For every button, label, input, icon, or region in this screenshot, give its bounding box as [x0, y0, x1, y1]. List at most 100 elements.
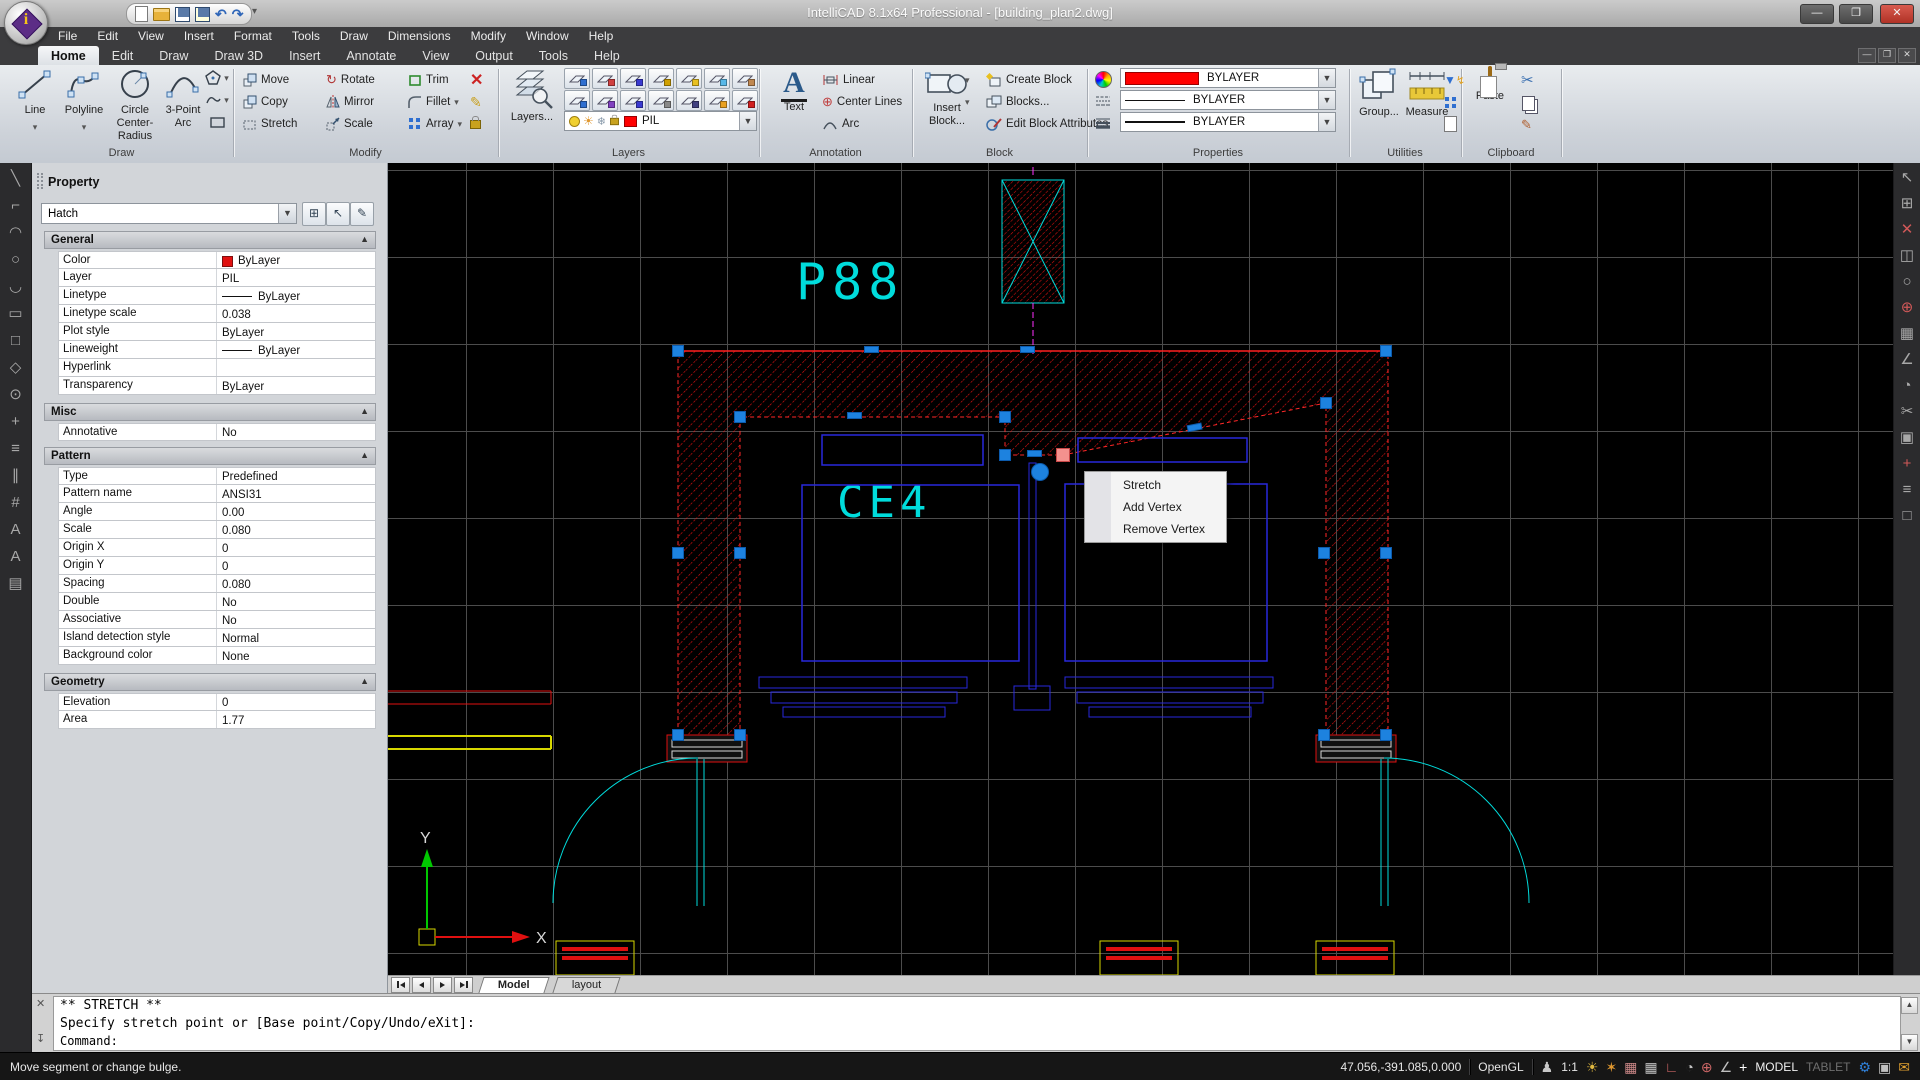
- match-properties-button[interactable]: ✎: [1521, 115, 1532, 135]
- property-row-elevation[interactable]: Elevation 0: [58, 693, 376, 711]
- polar-tracking-icon[interactable]: ◔: [1685, 1059, 1693, 1075]
- property-row-pattern-name[interactable]: Pattern name ANSI31: [58, 485, 376, 503]
- scroll-up-icon[interactable]: ▲: [1901, 997, 1918, 1014]
- quadrant-snap-icon[interactable]: ◔: [1896, 378, 1918, 394]
- menu-tools[interactable]: Tools: [282, 27, 330, 45]
- layer-merge-button[interactable]: [732, 68, 758, 89]
- property-row-linetype[interactable]: Linetype ByLayer: [58, 287, 376, 305]
- circle-tool-icon[interactable]: ○: [5, 252, 27, 268]
- property-row-angle[interactable]: Angle 0.00: [58, 503, 376, 521]
- grip[interactable]: [1319, 548, 1330, 559]
- color-select[interactable]: BYLAYER ▼: [1120, 68, 1336, 88]
- linetype-button[interactable]: [1095, 91, 1111, 111]
- layer-unlock-button[interactable]: [648, 90, 674, 111]
- layer-current-button[interactable]: [564, 90, 590, 111]
- maximize-button[interactable]: ❐: [1839, 4, 1873, 24]
- arc-tool-icon[interactable]: ◠: [5, 225, 27, 241]
- grip[interactable]: [1321, 398, 1332, 409]
- layer-delete-button[interactable]: [732, 90, 758, 111]
- erase-icon[interactable]: ✕: [1896, 222, 1918, 238]
- mirror-button[interactable]: Mirror: [326, 92, 374, 112]
- property-row-scale[interactable]: Scale 0.080: [58, 521, 376, 539]
- tab-draw[interactable]: Draw: [146, 46, 201, 65]
- table-tool-icon[interactable]: ▤: [5, 576, 27, 592]
- copy-button[interactable]: Copy: [243, 92, 288, 112]
- annotation-scale-icon[interactable]: ♟: [1541, 1059, 1554, 1075]
- grip[interactable]: [673, 346, 684, 357]
- rectangle-button[interactable]: [204, 113, 230, 131]
- layer-properties-button[interactable]: [564, 68, 590, 89]
- quick-select-button[interactable]: ⊞: [302, 202, 326, 226]
- circle-button[interactable]: Circle Center-Radius: [108, 68, 162, 143]
- menu-draw[interactable]: Draw: [330, 27, 378, 45]
- trim-tool-icon[interactable]: ✂: [1896, 404, 1918, 420]
- layer-isolate-button[interactable]: [620, 90, 646, 111]
- grid-display-icon[interactable]: ▦: [1644, 1059, 1657, 1075]
- section-general[interactable]: General ▲: [44, 231, 376, 249]
- menu-file[interactable]: File: [48, 27, 87, 45]
- stretch-button[interactable]: Stretch: [243, 114, 297, 134]
- window-select-icon[interactable]: ⊞: [1896, 196, 1918, 212]
- midpoint-grip[interactable]: [848, 413, 862, 419]
- cut-button[interactable]: ✂: [1521, 70, 1534, 90]
- context-menu-item-add-vertex[interactable]: Add Vertex: [1085, 496, 1226, 518]
- viewport-icon[interactable]: ◫: [1896, 248, 1918, 264]
- rotate-button[interactable]: ↻ Rotate: [326, 70, 375, 90]
- move-button[interactable]: Move: [243, 70, 289, 90]
- menu-view[interactable]: View: [128, 27, 174, 45]
- arc-dimension-button[interactable]: Arc: [822, 114, 859, 134]
- menu-help[interactable]: Help: [579, 27, 624, 45]
- redo-icon[interactable]: ↷: [232, 7, 244, 21]
- trim-button[interactable]: Trim: [408, 70, 449, 90]
- group-button[interactable]: Group...: [1355, 68, 1403, 119]
- three-point-arc-button[interactable]: 3-Point Arc: [162, 68, 204, 130]
- tab-layout[interactable]: layout: [552, 977, 621, 993]
- hatch-tool-icon[interactable]: ≡: [5, 441, 27, 457]
- blocks-button[interactable]: Blocks...: [986, 92, 1049, 112]
- next-sheet-button[interactable]: [433, 977, 452, 993]
- entity-type-select[interactable]: Hatch ▼: [41, 203, 297, 224]
- layers-list-icon[interactable]: ≡: [1896, 482, 1918, 498]
- layer-match-button[interactable]: [592, 68, 618, 89]
- layer-previous-button[interactable]: [620, 68, 646, 89]
- tab-home[interactable]: Home: [38, 46, 99, 65]
- grip[interactable]: [1000, 412, 1011, 423]
- quick-select-button[interactable]: ▼ ↯: [1444, 70, 1465, 90]
- line-button[interactable]: Line ▾: [12, 68, 58, 135]
- polyline-button[interactable]: Polyline ▾: [60, 68, 108, 135]
- layer-off-button[interactable]: [676, 90, 702, 111]
- close-button[interactable]: ✕: [1880, 4, 1914, 24]
- open-file-icon[interactable]: [153, 8, 170, 21]
- first-sheet-button[interactable]: [391, 977, 410, 993]
- select-arrow-icon[interactable]: ↖: [1896, 170, 1918, 186]
- grip[interactable]: [673, 548, 684, 559]
- revision-cloud-button[interactable]: ▾: [204, 91, 230, 109]
- mail-icon[interactable]: ✉: [1898, 1059, 1910, 1075]
- tab-edit[interactable]: Edit: [99, 46, 147, 65]
- model-space-toggle[interactable]: MODEL: [1755, 1060, 1798, 1074]
- linear-dimension-button[interactable]: Linear ▾: [822, 70, 875, 90]
- circle-snap-icon[interactable]: ○: [1896, 274, 1918, 290]
- box-tool-icon[interactable]: □: [1896, 508, 1918, 524]
- command-input[interactable]: Command:: [53, 1033, 1901, 1051]
- tab-model[interactable]: Model: [478, 977, 549, 993]
- fillet-button[interactable]: Fillet ▾: [408, 92, 459, 112]
- tab-draw3d[interactable]: Draw 3D: [201, 46, 276, 65]
- property-row-origin-y[interactable]: Origin Y 0: [58, 557, 376, 575]
- document-close-button[interactable]: ✕: [1898, 48, 1916, 63]
- property-row-background-color[interactable]: Background color None: [58, 647, 376, 665]
- property-row-color[interactable]: Color ByLayer: [58, 251, 376, 269]
- line-tool-icon[interactable]: ╲: [5, 171, 27, 187]
- text-tool-icon[interactable]: A: [5, 522, 27, 538]
- property-row-plot-style[interactable]: Plot style ByLayer: [58, 323, 376, 341]
- last-sheet-button[interactable]: [454, 977, 473, 993]
- save-as-icon[interactable]: [195, 7, 210, 22]
- linetype-select[interactable]: BYLAYER ▼: [1120, 90, 1336, 110]
- property-row-transparency[interactable]: Transparency ByLayer: [58, 377, 376, 395]
- copy-clip-button[interactable]: [1522, 93, 1535, 113]
- grip[interactable]: [1000, 450, 1011, 461]
- array-button[interactable]: Array ▾: [408, 114, 462, 134]
- menu-insert[interactable]: Insert: [174, 27, 224, 45]
- select-similar-button[interactable]: [1444, 92, 1457, 112]
- document-minimize-button[interactable]: —: [1858, 48, 1876, 63]
